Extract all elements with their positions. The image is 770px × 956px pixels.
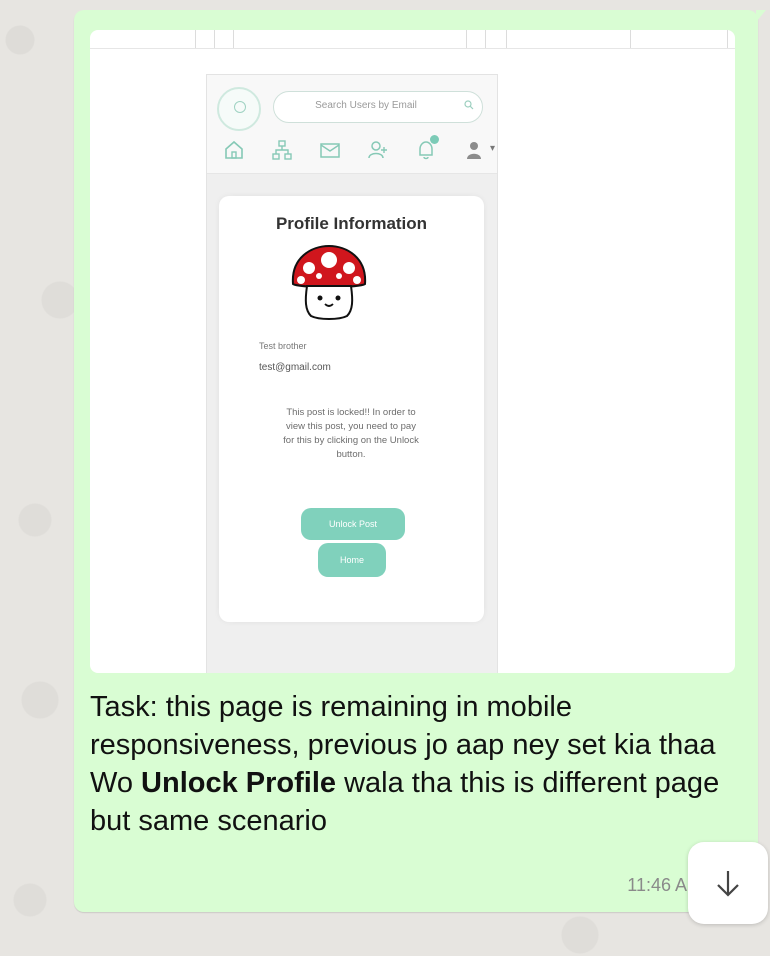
- chevron-down-icon: ▾: [489, 143, 495, 154]
- mobile-preview: Search Users by Email ▾ Profile Informat…: [206, 74, 498, 673]
- network-icon: [272, 140, 292, 160]
- notification-badge: [430, 135, 439, 144]
- user-email: test@gmail.com: [259, 362, 331, 373]
- message-text-bold: Unlock Profile: [141, 767, 337, 799]
- search-icon: [464, 100, 474, 110]
- search-input: Search Users by Email: [273, 91, 483, 123]
- scroll-down-button[interactable]: [688, 842, 768, 924]
- message-bubble[interactable]: Search Users by Email ▾ Profile Informat…: [74, 10, 766, 912]
- user-name: Test brother: [259, 341, 307, 351]
- mobile-header: Search Users by Email ▾: [207, 75, 497, 174]
- mail-icon: [320, 143, 340, 158]
- mobile-nav: ▾: [223, 135, 495, 163]
- chevron-down-icon: [717, 871, 739, 897]
- home-icon: [225, 140, 243, 159]
- locked-message: This post is locked!! In order to view t…: [283, 407, 419, 460]
- page-title: Profile Information: [275, 214, 428, 233]
- message-image[interactable]: Search Users by Email ▾ Profile Informat…: [90, 30, 735, 673]
- logo-icon: [217, 87, 261, 131]
- home-button: Home: [318, 543, 386, 577]
- message-text: Task: this page is remaining in mobile r…: [90, 688, 730, 840]
- mushroom-avatar: [291, 244, 367, 320]
- unlock-post-button: Unlock Post: [301, 508, 405, 540]
- bell-icon: [415, 135, 439, 161]
- profile-card: Profile Information Test brother test@gm…: [219, 196, 484, 622]
- image-topbar: [90, 30, 735, 49]
- search-placeholder: Search Users by Email: [315, 100, 417, 111]
- user-menu-icon: ▾: [463, 139, 495, 161]
- add-user-icon: [368, 141, 387, 159]
